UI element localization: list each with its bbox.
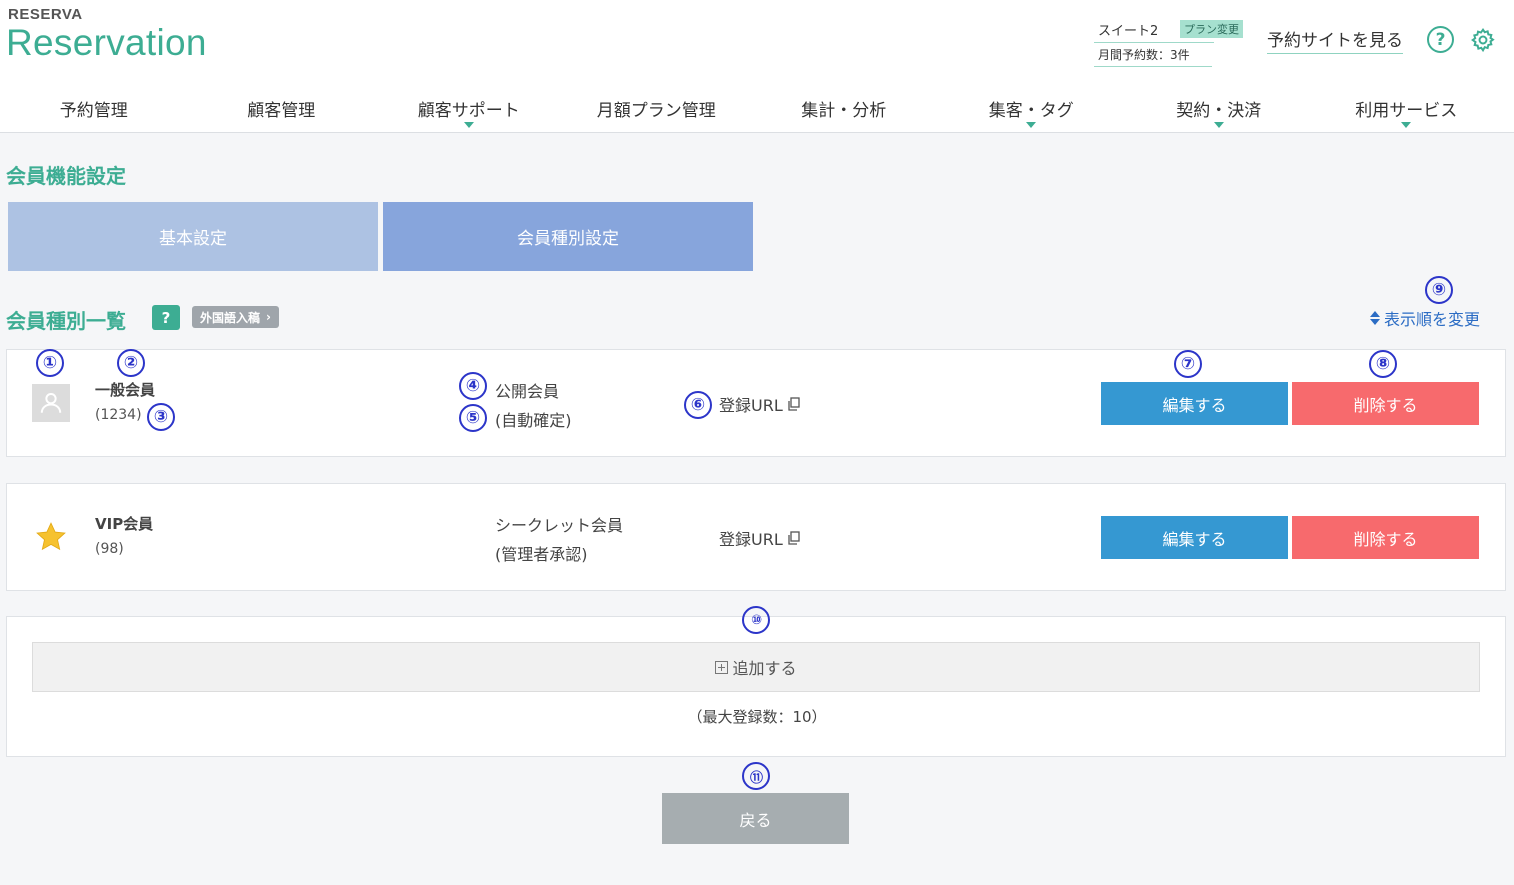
page-title: 会員機能設定 [6,164,126,188]
nav-item-analytics[interactable]: 集計・分析 [750,93,938,133]
plan-info: スイート2 プラン変更 月間予約数：3件 [1094,18,1254,67]
tab-basic-settings[interactable]: 基本設定 [8,202,378,271]
foreign-language-button[interactable]: 外国語入稿 › [192,306,279,328]
sort-icon [1370,311,1380,325]
member-count: (98) [95,541,124,557]
help-icon[interactable]: ? [1427,26,1454,53]
registration-url-label: 登録URL [719,396,783,415]
member-name: VIP会員 [95,515,154,533]
nav-item-monthly-plans[interactable]: 月額プラン管理 [563,93,751,133]
nav-label: 顧客サポート [417,101,520,121]
edit-button[interactable]: 編集する [1101,382,1288,425]
monthly-bookings: 月間予約数：3件 [1094,43,1212,67]
add-panel: 追加する （最大登録数：10） [6,616,1506,757]
nav-label: 予約管理 [59,101,128,121]
change-order-link[interactable]: 表示順を変更 [1370,306,1480,330]
nav-item-customers[interactable]: 顧客管理 [188,93,376,133]
plan-change-button[interactable]: プラン変更 [1180,20,1243,38]
nav-label: 契約・決済 [1176,101,1262,121]
star-icon [32,518,70,556]
registration-url-label: 登録URL [719,530,783,549]
nav-item-services[interactable]: 利用サービス [1313,93,1501,133]
chevron-down-icon [1401,122,1412,128]
logo-small-text: RESERVA [8,6,83,23]
nav-label: 集計・分析 [801,101,887,121]
foreign-language-label: 外国語入稿 [200,310,261,325]
marker-3: ③ [147,403,175,431]
plan-name: スイート2 [1098,24,1159,39]
nav-item-reservations[interactable]: 予約管理 [0,93,188,133]
chevron-down-icon [1026,122,1037,128]
member-row: VIP会員 (98) シークレット会員 (管理者承認) 登録URL 編集する 削… [6,483,1506,591]
member-row: 一般会員 (1234) 公開会員 (自動確定) 登録URL 編集する 削除する [6,349,1506,457]
registration-url-link[interactable]: 登録URL [719,526,802,550]
edit-button[interactable]: 編集する [1101,516,1288,559]
nav-label: 利用サービス [1355,101,1458,121]
nav-label: 顧客管理 [247,101,316,121]
member-type: シークレット会員 (管理者承認) [495,511,623,569]
user-avatar-icon [32,384,70,422]
member-visibility: シークレット会員 [495,516,624,535]
marker-10: ⑩ [742,606,770,634]
member-approval: (自動確定) [495,411,572,430]
marker-8: ⑧ [1369,350,1397,378]
delete-button[interactable]: 削除する [1292,382,1479,425]
max-registration-note: （最大登録数：10） [687,708,827,726]
tab-member-type-settings[interactable]: 会員種別設定 [383,202,753,271]
member-approval: (管理者承認) [495,545,588,564]
plus-icon [715,660,729,674]
nav-label: 月額プラン管理 [596,101,716,121]
chevron-down-icon [1213,122,1224,128]
nav-item-customer-support[interactable]: 顧客サポート [375,93,563,133]
member-visibility: 公開会員 [495,382,560,401]
copy-icon [788,397,800,411]
nav-item-marketing-tags[interactable]: 集客・タグ [938,93,1126,133]
marker-7: ⑦ [1174,350,1202,378]
section-title: 会員種別一覧 [6,309,126,333]
logo[interactable]: Reservation [6,22,207,64]
marker-2: ② [117,349,145,377]
delete-button[interactable]: 削除する [1292,516,1479,559]
chevron-right-icon: › [266,310,271,324]
view-site-link[interactable]: 予約サイトを見る [1267,26,1403,54]
nav-item-contracts-payments[interactable]: 契約・決済 [1125,93,1313,133]
registration-url-link[interactable]: 登録URL [719,392,802,416]
marker-1: ① [36,349,64,377]
back-button[interactable]: 戻る [662,793,849,844]
main-nav: 予約管理 顧客管理 顧客サポート 月額プラン管理 集計・分析 集客・タグ 契約・… [0,93,1514,133]
copy-icon [788,531,800,545]
marker-4: ④ [459,372,487,400]
help-badge[interactable]: ? [152,305,180,330]
marker-6: ⑥ [684,391,712,419]
star-shape [36,522,66,551]
marker-9: ⑨ [1425,276,1453,304]
change-order-label: 表示順を変更 [1384,310,1481,329]
add-member-type-button[interactable]: 追加する [32,642,1480,692]
member-count: (1234) [95,407,142,423]
member-name: 一般会員 [95,381,156,399]
top-header: RESERVA Reservation スイート2 プラン変更 月間予約数：3件… [0,0,1514,133]
nav-label: 集客・タグ [988,101,1074,121]
member-type: 公開会員 (自動確定) [495,377,572,435]
marker-11: ⑪ [742,762,770,790]
chevron-down-icon [463,122,474,128]
add-label: 追加する [732,659,797,678]
marker-5: ⑤ [459,404,487,432]
gear-icon[interactable] [1470,27,1496,53]
user-icon [40,393,62,413]
